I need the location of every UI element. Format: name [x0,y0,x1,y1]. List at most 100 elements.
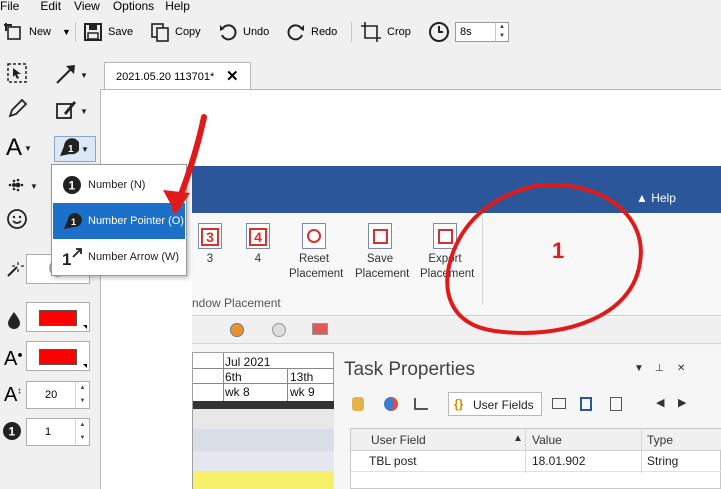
new-button[interactable]: New ▼ [2,16,71,48]
drop-icon [6,310,22,333]
captured-image: ▲ Help 3 3 4 4 Reset Placement Save Plac… [192,166,721,489]
save-button[interactable]: Save [83,16,133,48]
chevron-down-icon[interactable]: ▼ [80,107,88,116]
menu-item-number[interactable]: 1 Number (N) [53,167,185,203]
delay-spinbox[interactable]: 8s ▲ ▼ [455,22,509,42]
undo-button[interactable]: Undo [218,16,269,48]
spin-arrows-icon[interactable]: ▲ ▼ [495,23,508,41]
chevron-down-icon[interactable]: ▼ [30,182,38,191]
close-icon[interactable]: ✕ [226,67,239,85]
redo-button-label: Redo [311,26,338,38]
fill-color-swatch [39,310,77,326]
text-color-swatch [39,349,77,365]
redo-icon [286,22,306,42]
magic-tool[interactable] [6,260,24,281]
document-tabs: 2021.05.20 113701* ✕ [100,62,721,90]
highlight-tool[interactable]: ▼ [54,98,88,125]
delay-icon-wrap [428,16,450,48]
text-color-picker[interactable] [26,341,90,371]
sticker-tool[interactable] [6,208,28,233]
select-tool[interactable] [6,62,28,87]
spin-arrows-icon[interactable]: ▲ ▼ [75,419,89,445]
number-circle-icon: 1 [2,421,22,444]
ribbon-button-4: 4 4 [233,223,283,267]
arrow-icon [54,62,78,89]
blur-tool[interactable]: ▼ [6,174,38,199]
menu-item-number-pointer[interactable]: 1 Number Pointer (O) [53,203,185,239]
save-button-label: Save [108,26,134,38]
select-icon [6,62,28,87]
document-tab-title: 2021.05.20 113701* [116,71,215,83]
svg-text:1: 1 [71,217,76,227]
menu-view[interactable]: View [74,0,109,14]
chevron-down-icon[interactable]: ▼ [62,27,71,37]
pen-tool[interactable] [6,98,28,123]
highlighter-icon [54,98,78,125]
corner-chevron-icon [83,364,87,368]
chevron-down-icon[interactable]: ▼ [24,144,32,153]
undo-button-label: Undo [243,26,270,38]
menu-bar: File Edit View Options Help [0,0,721,14]
font-size-spinbox[interactable]: 20 ▲ ▼ [26,381,90,409]
undo-icon [218,22,238,42]
pencil-icon [6,98,28,123]
number-tool-menu: 1 Number (N) 1 Number Pointer (O) 1 Numb… [51,164,187,276]
svg-text:1: 1 [68,144,74,155]
chevron-down-icon[interactable]: ▼ [80,71,88,80]
ribbon-save-placement: Save Placement [355,223,409,282]
number-tool[interactable]: 1 ▼ [54,136,96,162]
menu-options[interactable]: Options [113,0,163,14]
crop-button[interactable]: Crop [360,16,411,48]
copy-button-label: Copy [175,26,201,38]
smiley-icon [6,208,28,233]
ribbon-group-label: ndow Placement [192,296,281,310]
chevron-down-icon[interactable]: ▼ [81,145,89,154]
fill-color-picker[interactable] [26,302,90,332]
ribbon-button-3: 3 3 [192,223,235,267]
ribbon-reset-placement: Reset Placement [289,223,343,282]
captured-ribbon: 3 3 4 4 Reset Placement Save Placement E… [192,213,721,316]
font-size-label: A↕ [4,384,22,407]
red-number-annotation: 1 [552,238,565,263]
text-color-icon: A● [4,348,23,370]
new-region-icon [2,21,24,43]
number-pointer-icon: 1 [59,211,85,231]
ribbon-export-placement: Export Placement [420,223,474,282]
magic-wand-icon [6,260,24,281]
save-icon [83,22,103,42]
captured-help: ▲ Help [636,191,676,205]
number-icon: 1 [59,175,85,195]
clock-icon [428,21,450,43]
document-tab[interactable]: 2021.05.20 113701* ✕ [104,62,251,90]
copy-button[interactable]: Copy [150,16,201,48]
number-spinbox[interactable]: 1 ▲ ▼ [26,418,90,446]
crop-button-label: Crop [387,26,411,38]
captured-task-properties: Task Properties ▼ ⊥ ✕ {} User Fields ◀ ▶ … [334,352,721,489]
captured-gantt: Jul 2021 6th 13th wk 8 wk 9 [192,352,335,489]
redo-button[interactable]: Redo [286,16,337,48]
main-toolbar: New ▼ Save Copy Undo Redo Crop [0,16,721,48]
text-color-label: A● [4,348,23,371]
arrow-tool[interactable]: ▼ [54,62,88,89]
font-size-icon: A↕ [4,384,22,406]
number-arrow-icon: 1 [59,246,85,268]
new-button-label: New [29,26,52,38]
corner-chevron-icon [83,325,87,329]
spin-arrows-icon[interactable]: ▲ ▼ [75,382,89,408]
menu-file[interactable]: File [0,0,28,14]
menu-edit[interactable]: Edit [40,0,70,14]
menu-help[interactable]: Help [165,0,199,14]
number-pointer-icon: 1 [57,137,80,162]
fill-color-label [6,310,22,333]
number-label: 1 [2,421,22,444]
crop-icon [360,21,382,43]
delay-value: 8s [460,26,472,38]
captured-mini-toolbar [192,318,721,344]
dots-blur-icon [6,174,28,199]
svg-text:1: 1 [69,179,76,193]
menu-item-number-arrow[interactable]: 1 Number Arrow (W) [53,239,185,275]
number-value: 1 [45,426,52,438]
svg-text:1: 1 [9,425,16,439]
captured-title-bar [192,166,721,213]
text-tool[interactable]: A ▼ [6,136,32,160]
